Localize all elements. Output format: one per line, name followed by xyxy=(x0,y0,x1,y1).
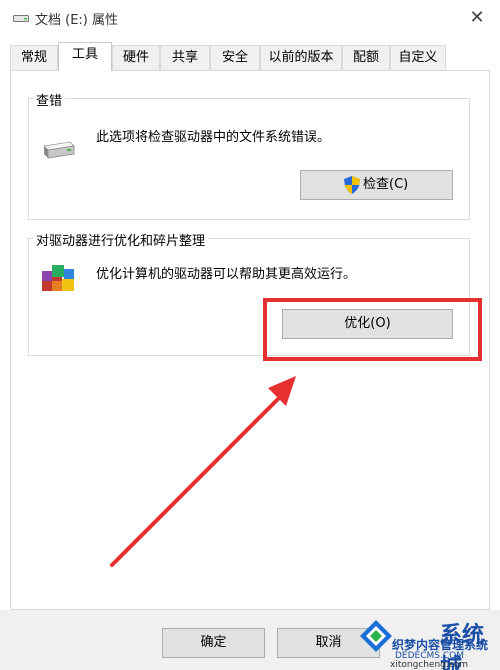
optimize-button[interactable]: 优化(O) xyxy=(282,309,453,339)
optimize-description: 优化计算机的驱动器可以帮助其更高效运行。 xyxy=(96,267,357,282)
watermark-logo-icon xyxy=(360,620,392,652)
error-check-description: 此选项将检查驱动器中的文件系统错误。 xyxy=(96,130,331,145)
title-bar: 文档 (E:) 属性 ✕ xyxy=(0,0,500,36)
close-icon: ✕ xyxy=(469,7,485,28)
tab-customize[interactable]: 自定义 xyxy=(390,45,446,70)
watermark-line3: xitongcheng.com xyxy=(390,660,468,670)
error-check-group xyxy=(28,98,470,220)
tab-sharing[interactable]: 共享 xyxy=(160,45,210,70)
tab-tools[interactable]: 工具 xyxy=(58,42,112,71)
tab-previous-versions[interactable]: 以前的版本 xyxy=(260,45,342,70)
tab-strip: 常规 工具 硬件 共享 安全 以前的版本 配额 自定义 xyxy=(10,42,450,71)
defrag-icon xyxy=(42,265,74,291)
close-button[interactable]: ✕ xyxy=(462,6,492,30)
shield-icon xyxy=(344,176,360,194)
window-title: 文档 (E:) 属性 xyxy=(35,13,119,28)
hard-drive-icon xyxy=(43,141,75,159)
tab-quota[interactable]: 配额 xyxy=(342,45,390,70)
error-check-title: 查错 xyxy=(33,90,66,109)
tab-general[interactable]: 常规 xyxy=(10,45,58,70)
properties-dialog: 文档 (E:) 属性 ✕ 常规 工具 硬件 共享 安全 以前的版本 配额 自定义… xyxy=(0,0,500,670)
check-button[interactable]: 检查(C) xyxy=(300,170,453,200)
drive-icon xyxy=(13,15,29,22)
tab-hardware[interactable]: 硬件 xyxy=(112,45,160,70)
tab-security[interactable]: 安全 xyxy=(210,45,260,70)
optimize-title: 对驱动器进行优化和碎片整理 xyxy=(33,230,209,249)
check-button-label: 检查(C) xyxy=(363,177,409,192)
ok-button[interactable]: 确定 xyxy=(162,628,265,658)
